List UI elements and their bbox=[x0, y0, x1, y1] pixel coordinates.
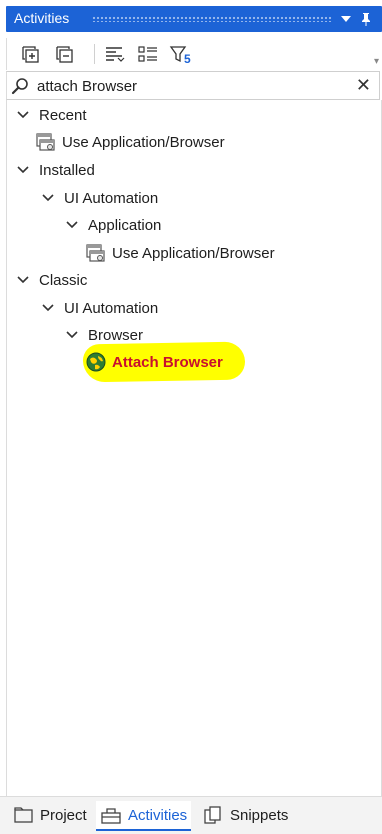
activities-toolbar: 5 ▾ bbox=[6, 38, 382, 70]
tree-node-label: Classic bbox=[39, 271, 88, 289]
activity-label: Attach Browser bbox=[112, 353, 223, 371]
tree-node-installed-ui-automation[interactable]: UI Automation bbox=[42, 185, 158, 211]
activity-label: Use Application/Browser bbox=[112, 244, 275, 262]
search-icon bbox=[11, 77, 29, 95]
globe-icon bbox=[86, 352, 106, 372]
expand-all-icon[interactable] bbox=[20, 44, 42, 66]
tree-item-installed-use-application-browser[interactable]: Use Application/Browser bbox=[86, 240, 275, 266]
chevron-down-icon[interactable] bbox=[42, 192, 54, 204]
snippets-icon bbox=[204, 806, 221, 824]
tab-activities[interactable]: Activities bbox=[96, 801, 192, 831]
show-descriptions-icon[interactable] bbox=[103, 44, 125, 66]
toolbar-overflow-icon[interactable]: ▾ bbox=[374, 56, 379, 67]
pin-icon[interactable] bbox=[358, 10, 374, 28]
chevron-down-icon[interactable] bbox=[17, 164, 29, 176]
bottom-tab-strip: Project Activities Snippets bbox=[0, 796, 382, 834]
tree-node-label: Browser bbox=[88, 326, 144, 344]
chevron-down-icon[interactable] bbox=[17, 109, 29, 121]
search-box: ✕ bbox=[6, 71, 380, 100]
filter-count: 5 bbox=[184, 52, 191, 66]
tab-label: Activities bbox=[128, 806, 188, 824]
tree-item-attach-browser[interactable]: Attach Browser bbox=[86, 349, 223, 375]
search-input[interactable] bbox=[37, 75, 337, 97]
tree-node-application[interactable]: Application bbox=[66, 212, 161, 238]
panel-title: Activities bbox=[14, 10, 70, 26]
tree-node-label: Installed bbox=[39, 161, 95, 179]
tree-node-classic-ui-automation[interactable]: UI Automation bbox=[42, 295, 158, 321]
tree-node-label: UI Automation bbox=[64, 299, 159, 317]
chevron-down-icon[interactable] bbox=[66, 329, 78, 341]
list-view-icon[interactable] bbox=[137, 44, 159, 66]
activities-tree: Recent Use Application/Browser Installed… bbox=[6, 100, 382, 796]
panel-titlebar: Activities bbox=[0, 0, 382, 38]
tree-node-label: Application bbox=[88, 216, 162, 234]
activity-label: Use Application/Browser bbox=[62, 133, 225, 151]
collapse-all-icon[interactable] bbox=[54, 44, 76, 66]
use-application-browser-icon bbox=[86, 244, 105, 262]
use-application-browser-icon bbox=[36, 133, 55, 151]
dropdown-arrow-icon[interactable] bbox=[338, 10, 354, 28]
tree-node-label: UI Automation bbox=[64, 189, 159, 207]
tree-node-recent[interactable]: Recent bbox=[17, 102, 87, 128]
toolbar-separator bbox=[94, 44, 95, 64]
tree-item-recent-use-application-browser[interactable]: Use Application/Browser bbox=[36, 129, 225, 155]
tree-node-classic[interactable]: Classic bbox=[17, 267, 87, 293]
tree-node-label: Recent bbox=[39, 106, 87, 124]
tree-node-installed[interactable]: Installed bbox=[17, 157, 95, 183]
panel-header[interactable]: Activities bbox=[6, 6, 382, 32]
project-icon bbox=[14, 807, 33, 823]
tab-label: Snippets bbox=[230, 806, 289, 824]
drag-grip[interactable] bbox=[92, 16, 332, 22]
chevron-down-icon[interactable] bbox=[17, 274, 29, 286]
filter-icon[interactable]: 5 bbox=[169, 44, 201, 66]
clear-search-icon[interactable]: ✕ bbox=[356, 75, 371, 96]
chevron-down-icon[interactable] bbox=[66, 219, 78, 231]
activities-icon bbox=[101, 808, 121, 824]
chevron-down-icon[interactable] bbox=[42, 302, 54, 314]
tab-snippets[interactable]: Snippets bbox=[198, 801, 292, 829]
tab-label: Project bbox=[40, 806, 87, 824]
tab-project[interactable]: Project bbox=[8, 801, 91, 829]
